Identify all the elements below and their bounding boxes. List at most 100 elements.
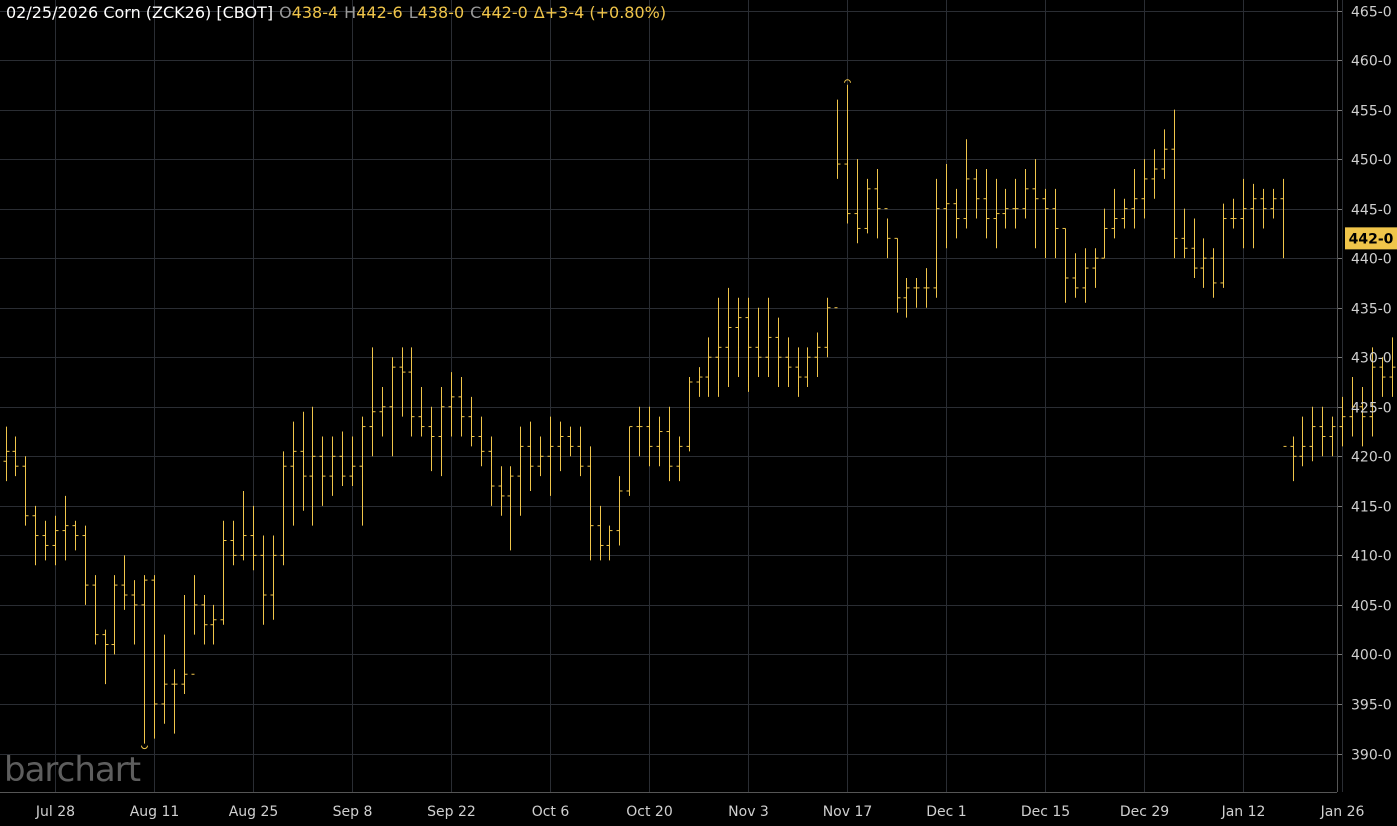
ohlc-bar — [201, 594, 208, 645]
ohlc-bars — [3, 79, 1396, 750]
ohlc-bar — [1052, 188, 1059, 259]
ohlc-bar — [369, 347, 376, 457]
ohlc-bar — [1220, 203, 1227, 288]
ohlc-bar — [745, 297, 752, 392]
barchart-logo: barchart — [4, 750, 141, 790]
ohlc-bar — [1280, 178, 1287, 447]
ohlc-bar — [72, 520, 79, 551]
ohlc-bar — [379, 386, 386, 437]
y-tick-label: 400-0 — [1351, 648, 1392, 664]
ohlc-bar — [1319, 406, 1326, 457]
ohlc-bar — [1101, 208, 1108, 259]
ohlc-bar — [1309, 406, 1316, 462]
ohlc-bar — [834, 99, 841, 309]
ohlc-bar — [52, 515, 59, 566]
y-tick-label: 390-0 — [1351, 748, 1392, 764]
ohlc-bar — [587, 446, 594, 561]
ohlc-bar — [735, 297, 742, 378]
ohlc-bar — [42, 520, 49, 561]
ohlc-bar — [933, 178, 940, 298]
x-tick-label: Nov 3 — [728, 804, 769, 820]
ohlc-bar — [705, 337, 712, 397]
ohlc-bar — [230, 520, 237, 566]
period-low-marker — [141, 745, 148, 750]
ohlc-bar — [468, 396, 475, 447]
y-tick-label: 455-0 — [1351, 104, 1392, 120]
price-axis: 465-0 460-0 455-0 450-0 445-0 440-0 435-0 430-0… — [1337, 0, 1392, 792]
last-price-label: 442-0 — [1349, 231, 1394, 247]
ohlc-bar — [102, 629, 109, 685]
ohlc-bar — [923, 268, 930, 308]
ohlc-bar — [210, 604, 217, 645]
ohlc-bar — [181, 594, 188, 695]
y-tick-label: 425-0 — [1351, 401, 1392, 417]
ohlc-bar — [62, 495, 69, 561]
ohlc-bar — [250, 505, 257, 571]
ohlc-bar — [864, 178, 871, 234]
ohlc-bar — [319, 436, 326, 506]
chart-grid — [0, 0, 1343, 792]
ohlc-bar — [458, 377, 465, 437]
ohlc-bar — [1042, 188, 1049, 259]
ohlc-bar — [775, 317, 782, 387]
ohlc-bar — [270, 535, 277, 620]
x-tick-label: Dec 29 — [1120, 804, 1169, 820]
ohlc-bar — [973, 169, 980, 219]
ohlc-bar — [3, 426, 10, 482]
ohlc-bar — [785, 337, 792, 387]
ohlc-bar — [913, 277, 920, 308]
ohlc-bar — [309, 406, 316, 526]
ohlc-bar — [993, 178, 1000, 249]
y-tick-label: 420-0 — [1351, 450, 1392, 466]
ohlc-bar — [804, 347, 811, 387]
ohlc-bar — [983, 169, 990, 239]
high-value: 442-6 — [356, 3, 403, 22]
open-value: 438-4 — [291, 3, 339, 22]
ohlc-bar — [359, 416, 366, 526]
ohlc-bar — [1092, 248, 1099, 288]
ohlc-bar — [597, 505, 604, 561]
ohlc-bar — [1111, 188, 1118, 239]
ohlc-bar — [1329, 416, 1336, 457]
ohlc-bar — [1002, 188, 1009, 229]
ohlc-bar — [131, 580, 138, 645]
y-tick-label: 450-0 — [1351, 153, 1392, 169]
x-tick-label: Oct 6 — [532, 804, 570, 820]
ohlc-bar — [795, 347, 802, 397]
ohlc-bar — [696, 367, 703, 397]
ohlc-bar — [111, 575, 118, 655]
ohlc-bar — [1230, 198, 1237, 229]
ohlc-bar — [636, 406, 643, 457]
ohlc-bar — [339, 431, 346, 487]
ohlc-bar — [686, 377, 693, 452]
close-label: C — [470, 3, 482, 22]
ohlc-bar — [1032, 159, 1039, 249]
y-tick-label: 440-0 — [1351, 252, 1392, 268]
ohlc-bar — [656, 416, 663, 467]
ohlc-bar — [943, 164, 950, 249]
ohlc-bar — [300, 411, 307, 511]
ohlc-bar — [1359, 386, 1366, 447]
low-value: 438-0 — [417, 3, 465, 22]
ohlc-bar — [32, 505, 39, 566]
ohlc-bar — [280, 451, 287, 566]
y-tick-label: 395-0 — [1351, 698, 1392, 714]
x-tick-label: Jul 28 — [35, 804, 75, 820]
y-tick-label: 465-0 — [1351, 5, 1392, 21]
ohlc-bar — [1151, 149, 1158, 199]
x-tick-label: Aug 25 — [229, 804, 279, 820]
ohlc-bar — [557, 421, 564, 472]
ohlc-bar — [1290, 436, 1297, 482]
ohlc-bar — [874, 169, 881, 239]
x-tick-label: Nov 17 — [823, 804, 873, 820]
quote-symbol: Corn (ZCK26) [CBOT] — [103, 3, 274, 22]
ohlc-bar — [498, 466, 505, 516]
y-tick-label: 430-0 — [1351, 351, 1392, 367]
ohlc-bar — [1171, 109, 1178, 259]
ohlc-bar — [894, 237, 901, 313]
y-tick-label: 415-0 — [1351, 500, 1392, 516]
date-axis: Jul 28 Aug 11 Aug 25 Sep 8 Sep 22 Oct 6 Oct 20… — [0, 792, 1365, 820]
ohlc-bar — [1339, 396, 1346, 447]
ohlc-bar — [884, 208, 891, 259]
low-label: L — [408, 3, 418, 22]
